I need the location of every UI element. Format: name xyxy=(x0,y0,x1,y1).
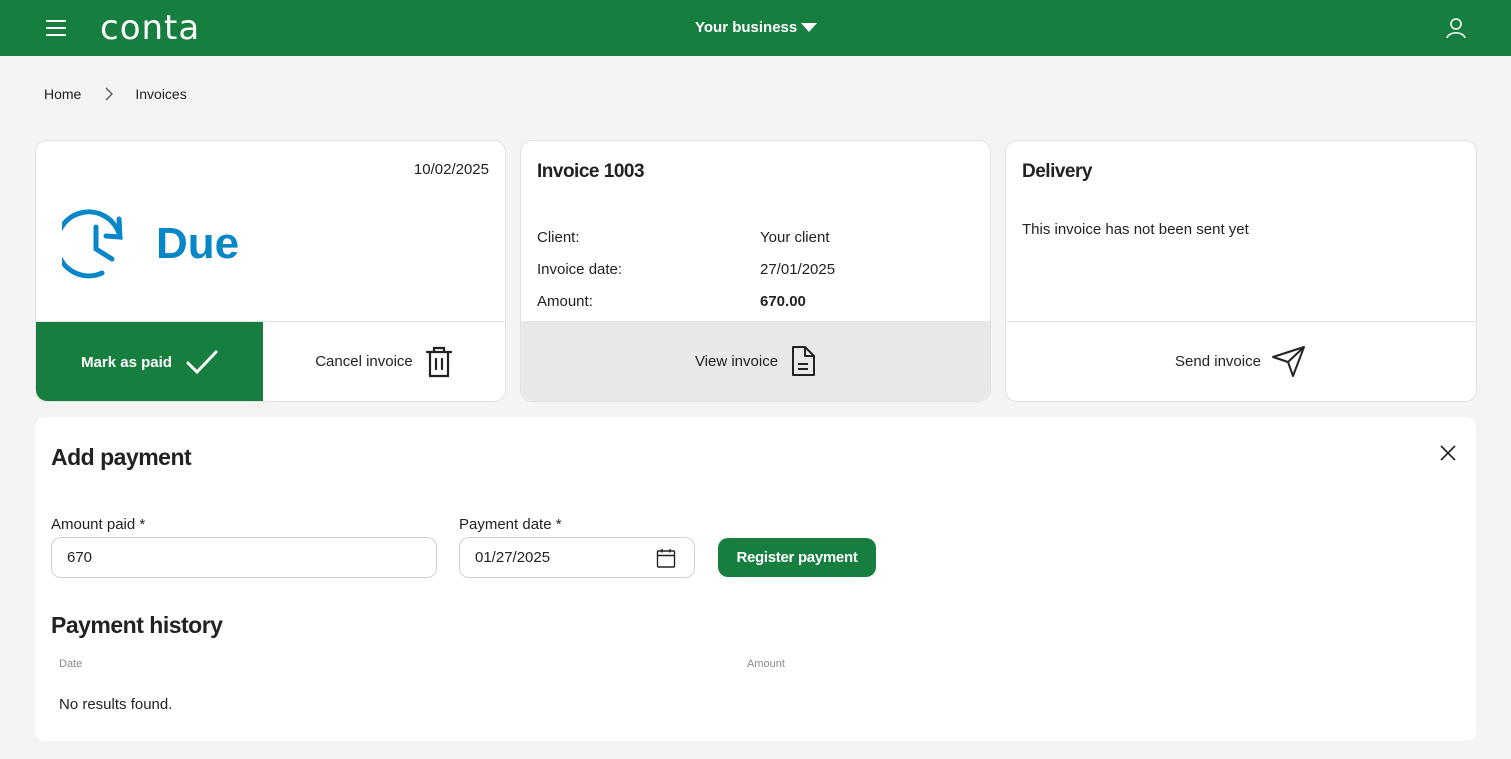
column-header-amount[interactable]: Amount xyxy=(747,658,785,670)
send-invoice-label: Send invoice xyxy=(1175,353,1261,370)
cancel-invoice-label: Cancel invoice xyxy=(315,353,413,370)
delivery-title: Delivery xyxy=(1022,161,1092,182)
info-row-client: Client: Your client xyxy=(537,221,977,253)
mark-as-paid-label: Mark as paid xyxy=(81,353,172,371)
calendar-icon[interactable] xyxy=(656,548,676,568)
close-icon[interactable] xyxy=(1440,445,1456,461)
send-icon xyxy=(1271,345,1305,377)
empty-state-text: No results found. xyxy=(59,696,173,713)
business-selector[interactable]: Your business xyxy=(695,19,818,36)
info-value: Your client xyxy=(760,228,830,246)
delivery-message: This invoice has not been sent yet xyxy=(1022,221,1249,238)
hamburger-icon[interactable] xyxy=(46,20,66,36)
amount-paid-label: Amount paid * xyxy=(51,516,146,533)
logo[interactable]: conta xyxy=(100,8,200,48)
business-label: Your business xyxy=(695,19,798,36)
info-value: 27/01/2025 xyxy=(760,260,836,278)
column-header-date[interactable]: Date xyxy=(59,658,82,670)
status-indicator: Due xyxy=(62,207,239,281)
info-key: Invoice date: xyxy=(537,260,623,278)
payment-date-label: Payment date * xyxy=(459,516,562,533)
register-payment-button[interactable]: Register payment xyxy=(718,538,876,577)
trash-icon xyxy=(425,346,452,377)
clock-refresh-icon xyxy=(62,209,123,279)
user-icon[interactable] xyxy=(1444,16,1468,40)
payment-history-title: Payment history xyxy=(51,612,223,638)
status-card: 10/02/2025 Due Mark as paid Cancel invoi… xyxy=(35,140,506,402)
add-payment-title: Add payment xyxy=(51,444,192,470)
top-bar: conta Your business xyxy=(0,0,1511,56)
invoice-info: Client: Your client Invoice date: 27/01/… xyxy=(537,221,977,317)
breadcrumb-invoices: Invoices xyxy=(135,86,187,102)
breadcrumb-home[interactable]: Home xyxy=(44,86,81,102)
amount-paid-input[interactable]: 670 xyxy=(51,537,437,578)
payment-date-input[interactable]: 01/27/2025 xyxy=(459,537,695,578)
payment-date-value: 01/27/2025 xyxy=(475,549,551,566)
info-key: Client: xyxy=(537,228,580,246)
due-date: 10/02/2025 xyxy=(413,161,489,178)
view-invoice-button[interactable]: View invoice xyxy=(521,321,990,401)
invoice-card: Invoice 1003 Client: Your client Invoice… xyxy=(520,140,991,402)
check-icon xyxy=(186,350,218,375)
info-key: Amount: xyxy=(537,292,593,310)
send-invoice-button[interactable]: Send invoice xyxy=(1006,322,1476,401)
breadcrumb: Home Invoices xyxy=(44,86,187,102)
cancel-invoice-button[interactable]: Cancel invoice xyxy=(263,322,505,401)
mark-as-paid-button[interactable]: Mark as paid xyxy=(36,322,263,401)
add-payment-panel: Add payment Amount paid * 670 Payment da… xyxy=(35,417,1476,741)
view-invoice-label: View invoice xyxy=(694,352,779,370)
info-row-amount: Amount: 670.00 xyxy=(537,285,977,317)
caret-down-icon xyxy=(801,23,818,32)
status-text: Due xyxy=(156,219,240,268)
info-row-date: Invoice date: 27/01/2025 xyxy=(537,253,977,285)
document-icon xyxy=(792,346,816,376)
amount-paid-value: 670 xyxy=(67,549,93,566)
delivery-card: Delivery This invoice has not been sent … xyxy=(1005,140,1477,402)
chevron-right-icon xyxy=(105,87,114,101)
info-value: 670.00 xyxy=(760,292,806,310)
invoice-title: Invoice 1003 xyxy=(537,161,645,182)
